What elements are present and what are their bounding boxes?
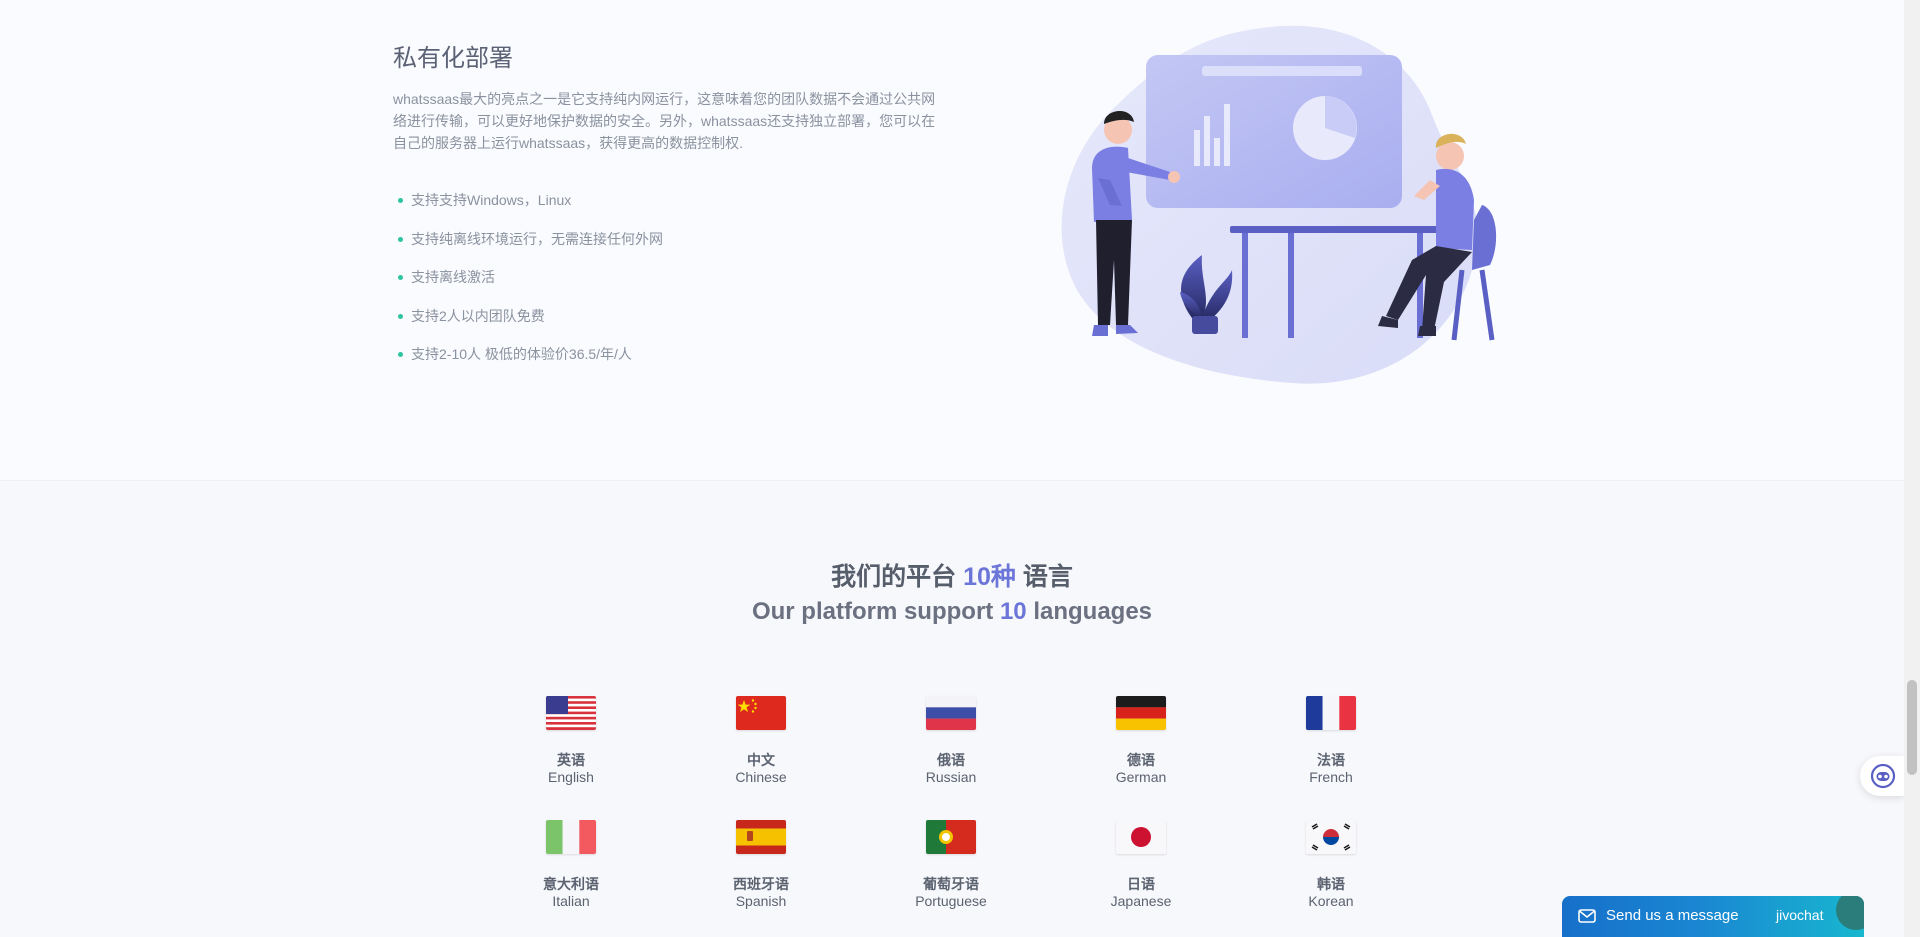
language-name-en: Portuguese [915,893,987,909]
italy-flag-icon [546,820,596,854]
private-deployment-description: whatssaas最大的亮点之一是它支持纯内网运行，这意味着您的团队数据不会通过… [393,91,936,151]
feature-item: 支持离线激活 [393,267,663,306]
private-deployment-title: 私有化部署 [393,45,513,72]
feature-text: 支持纯离线环境运行，无需连接任何外网 [411,230,663,247]
china-flag-icon [736,696,786,730]
language-name-zh: 韩语 [1317,876,1345,892]
portugal-flag-icon [926,820,976,854]
bullet-icon [398,313,403,319]
chat-widget-bar[interactable]: Send us a message jivochat [1562,896,1864,937]
spain-flag-icon [736,820,786,854]
japan-flag-icon [1116,820,1166,854]
language-name-en: English [548,769,594,785]
language-name-zh: 葡萄牙语 [923,876,979,892]
language-name-zh: 俄语 [937,752,965,768]
language-name-zh: 英语 [557,752,585,768]
heading-zh-accent: 10种 [963,563,1016,591]
bullet-icon [398,275,403,280]
feature-text: 支持支持Windows，Linux [411,192,572,208]
page-scrollbar[interactable] [1904,0,1920,937]
feature-item: 支持2-10人 极低的体验价36.5/年/人 [393,344,663,383]
language-item-italian: 意大利语 Italian [511,820,631,910]
team-presentation-illustration [1061,25,1497,384]
feature-text: 支持2-10人 极低的体验价36.5/年/人 [411,346,632,362]
feature-text: 支持离线激活 [411,269,495,285]
france-flag-icon [1306,696,1356,730]
language-name-en: Russian [925,769,977,785]
language-name-zh: 法语 [1317,752,1345,768]
bullet-icon [398,352,403,357]
mail-icon [1578,909,1596,923]
language-item-french: 法语 French [1271,696,1391,786]
bullet-icon [398,198,403,203]
chat-widget-corner [1836,896,1864,930]
feature-item: 支持纯离线环境运行，无需连接任何外网 [393,229,663,268]
language-name-en: Korean [1308,893,1354,909]
languages-heading-en: Our platform support 10 languages [751,598,1153,625]
language-item-german: 德语 German [1081,696,1201,786]
russia-flag-icon [926,696,976,730]
chat-widget-brand: jivochat [1776,907,1824,923]
assistant-bot-button[interactable] [1860,756,1904,796]
language-item-russian: 俄语 Russian [891,696,1011,786]
language-name-en: German [1115,769,1167,785]
language-name-en: Chinese [735,769,787,785]
germany-flag-icon [1116,696,1166,730]
chat-widget-message[interactable]: Send us a message [1606,907,1739,924]
language-item-korean: 韩语 Korean [1271,820,1391,910]
language-name-en: Spanish [735,893,787,909]
feature-item: 支持2人以内团队免费 [393,306,663,345]
korea-flag-icon [1306,820,1356,854]
language-item-portuguese: 葡萄牙语 Portuguese [891,820,1011,910]
language-name-en: Japanese [1110,893,1172,909]
language-name-en: Italian [552,893,590,909]
language-name-en: French [1309,769,1353,785]
language-name-zh: 西班牙语 [733,876,789,892]
us-flag-icon [546,696,596,730]
bot-icon [1870,763,1896,789]
language-name-zh: 中文 [747,752,775,768]
private-deployment-section: 私有化部署 whatssaas最大的亮点之一是它支持纯内网运行，这意味着您的团队… [0,0,1904,480]
languages-heading-zh: 我们的平台 10种 语言 [831,563,1073,591]
languages-heading: 我们的平台 10种 语言 Our platform support 10 lan… [0,560,1904,630]
feature-text: 支持2人以内团队免费 [411,307,545,324]
language-item-spanish: 西班牙语 Spanish [701,820,821,910]
feature-item: 支持支持Windows，Linux [393,190,663,229]
language-name-zh: 德语 [1127,752,1155,768]
scrollbar-thumb[interactable] [1907,680,1917,775]
feature-list: 支持支持Windows，Linux 支持纯离线环境运行，无需连接任何外网 支持离… [393,190,663,383]
language-name-zh: 意大利语 [543,876,599,892]
language-item-english: 英语 English [511,696,631,786]
bullet-icon [398,236,403,242]
language-name-zh: 日语 [1127,876,1155,892]
heading-en-accent: 10 [999,598,1027,625]
language-item-chinese: 中文 Chinese [701,696,821,786]
language-item-japanese: 日语 Japanese [1081,820,1201,910]
